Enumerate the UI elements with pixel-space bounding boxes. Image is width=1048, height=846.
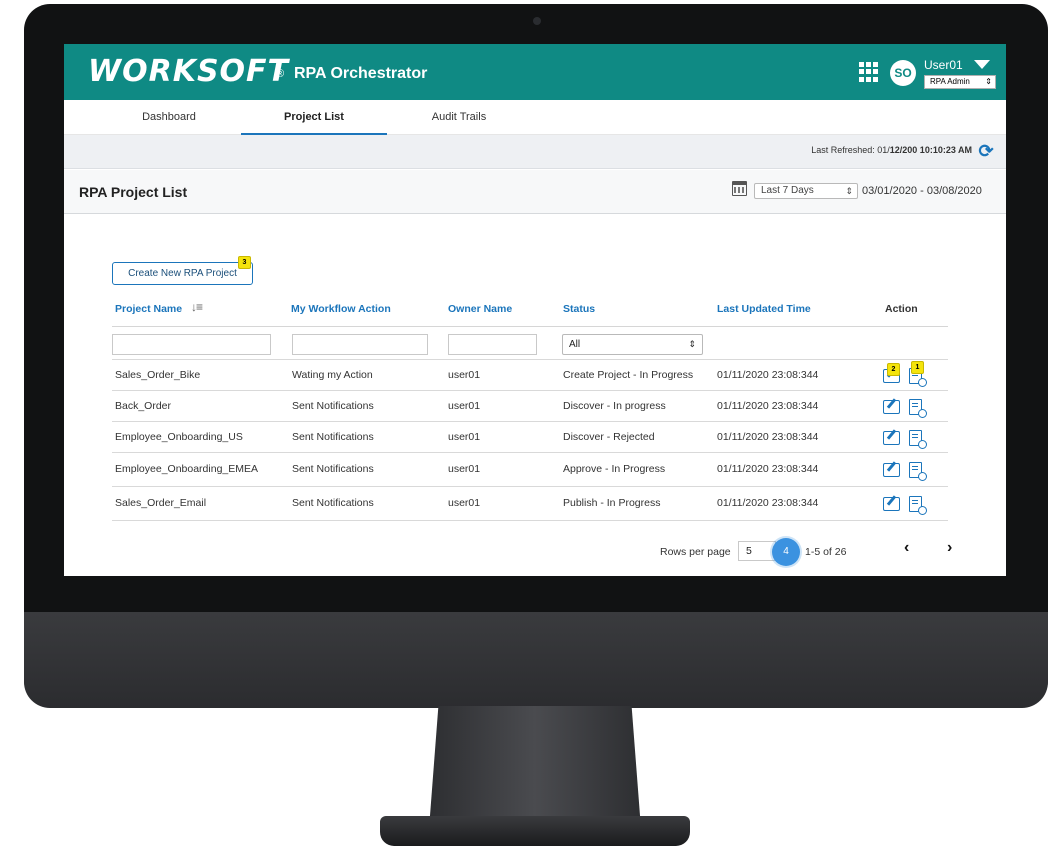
callout-step-marker: 4	[772, 538, 800, 566]
webcam	[533, 17, 541, 25]
rows-per-page-select[interactable]: 5	[738, 541, 776, 561]
imac-mockup: WORKSOFT ® RPA Orchestrator SO User01 RP…	[0, 0, 1048, 846]
page-range: 1-5 of 26	[805, 546, 847, 558]
monitor-stand	[429, 706, 641, 826]
pagination-bar: 5 4 1-5 of 26 ‹ ›	[64, 44, 1006, 576]
app-screen: WORKSOFT ® RPA Orchestrator SO User01 RP…	[64, 44, 1006, 576]
monitor-base	[380, 816, 690, 846]
next-page-button[interactable]: ›	[947, 539, 952, 557]
prev-page-button[interactable]: ‹	[904, 539, 909, 557]
monitor-chin	[24, 612, 1048, 708]
